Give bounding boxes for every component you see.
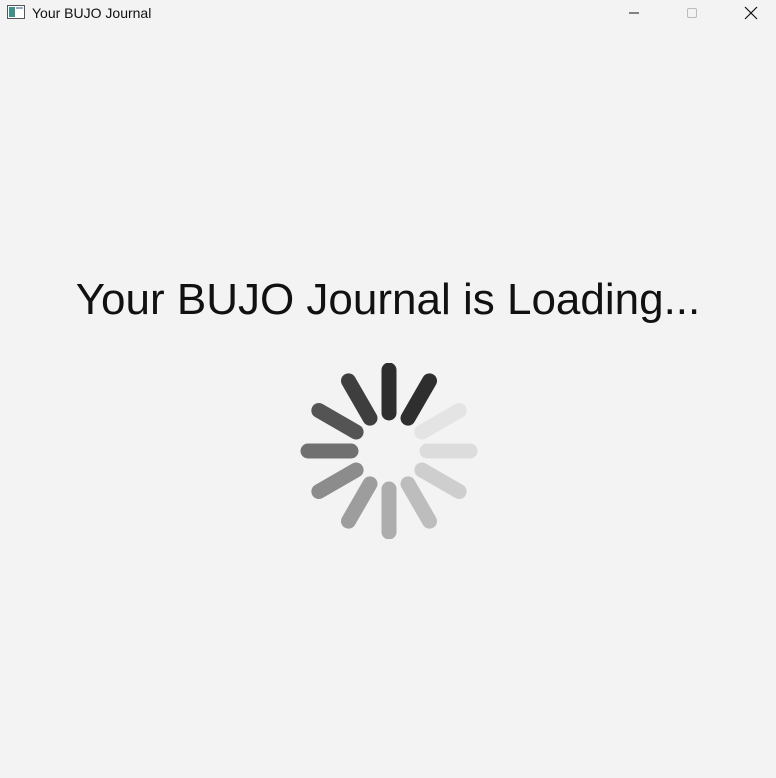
app-window: Your BUJO Journal Your BUJO Journal is L…	[0, 0, 776, 778]
close-icon	[744, 6, 758, 20]
minimize-button[interactable]	[611, 0, 657, 26]
spinner-spoke	[414, 403, 467, 440]
close-button[interactable]	[728, 0, 774, 26]
title-bar[interactable]: Your BUJO Journal	[0, 0, 776, 26]
loading-spinner-icon	[300, 363, 478, 539]
minimize-icon	[629, 12, 639, 14]
spinner-spoke	[311, 462, 364, 499]
spinner-spoke	[400, 373, 437, 426]
window-app-icon	[7, 5, 25, 19]
spinner-spoke	[414, 462, 467, 499]
spinner-spoke	[341, 476, 378, 529]
spinner-spoke	[311, 403, 364, 440]
spinner-spoke	[400, 476, 437, 529]
spinner-spoke	[341, 373, 378, 426]
maximize-icon	[687, 8, 697, 18]
main-content: Your BUJO Journal is Loading...	[0, 26, 776, 778]
window-title: Your BUJO Journal	[32, 5, 152, 21]
loading-message: Your BUJO Journal is Loading...	[75, 275, 701, 324]
maximize-button[interactable]	[669, 0, 715, 26]
